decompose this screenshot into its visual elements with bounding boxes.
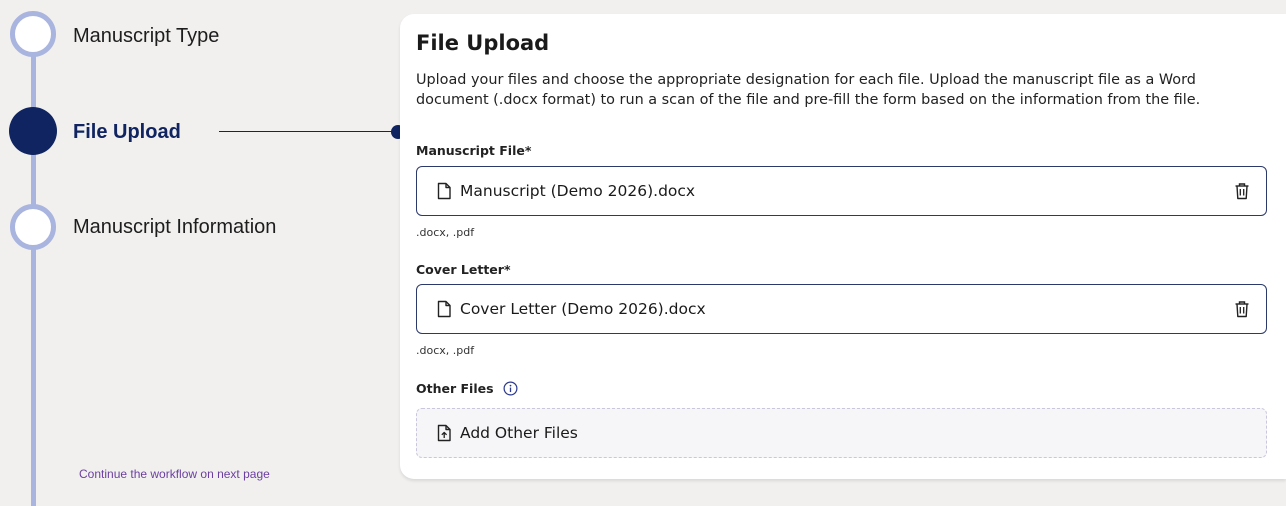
step-circle-file-upload[interactable]	[9, 107, 57, 155]
add-other-files-label: Add Other Files	[460, 424, 578, 442]
panel-description: Upload your files and choose the appropr…	[416, 72, 1201, 108]
cover-letter-formats-hint: .docx, .pdf	[416, 344, 475, 357]
continue-workflow-link[interactable]: Continue the workflow on next page	[79, 467, 270, 481]
manuscript-file-name: Manuscript (Demo 2026).docx	[460, 182, 696, 200]
step-label-manuscript-information[interactable]: Manuscript Information	[73, 216, 276, 239]
document-icon	[437, 300, 451, 318]
info-icon[interactable]	[503, 381, 518, 396]
manuscript-file-field[interactable]: Manuscript (Demo 2026).docx	[416, 166, 1267, 216]
step-circle-manuscript-information[interactable]	[10, 204, 56, 250]
cover-letter-file-name: Cover Letter (Demo 2026).docx	[460, 300, 706, 318]
document-icon	[437, 182, 451, 200]
manuscript-file-label: Manuscript File*	[416, 143, 532, 158]
cover-letter-field[interactable]: Cover Letter (Demo 2026).docx	[416, 284, 1267, 334]
add-other-files-button[interactable]: Add Other Files	[416, 408, 1267, 458]
trash-icon[interactable]	[1234, 182, 1250, 200]
upload-icon	[437, 424, 451, 442]
step-label-manuscript-type[interactable]: Manuscript Type	[73, 25, 219, 48]
step-connector-line	[219, 131, 392, 132]
panel-title: File Upload	[416, 31, 550, 55]
cover-letter-label: Cover Letter*	[416, 262, 511, 277]
step-circle-manuscript-type[interactable]	[10, 11, 56, 57]
trash-icon[interactable]	[1234, 300, 1250, 318]
manuscript-formats-hint: .docx, .pdf	[416, 226, 475, 239]
file-upload-panel: File Upload Upload your files and choose…	[400, 14, 1286, 479]
other-files-label: Other Files	[416, 381, 494, 396]
step-label-file-upload[interactable]: File Upload	[73, 121, 181, 144]
other-files-label-row: Other Files	[416, 381, 518, 396]
